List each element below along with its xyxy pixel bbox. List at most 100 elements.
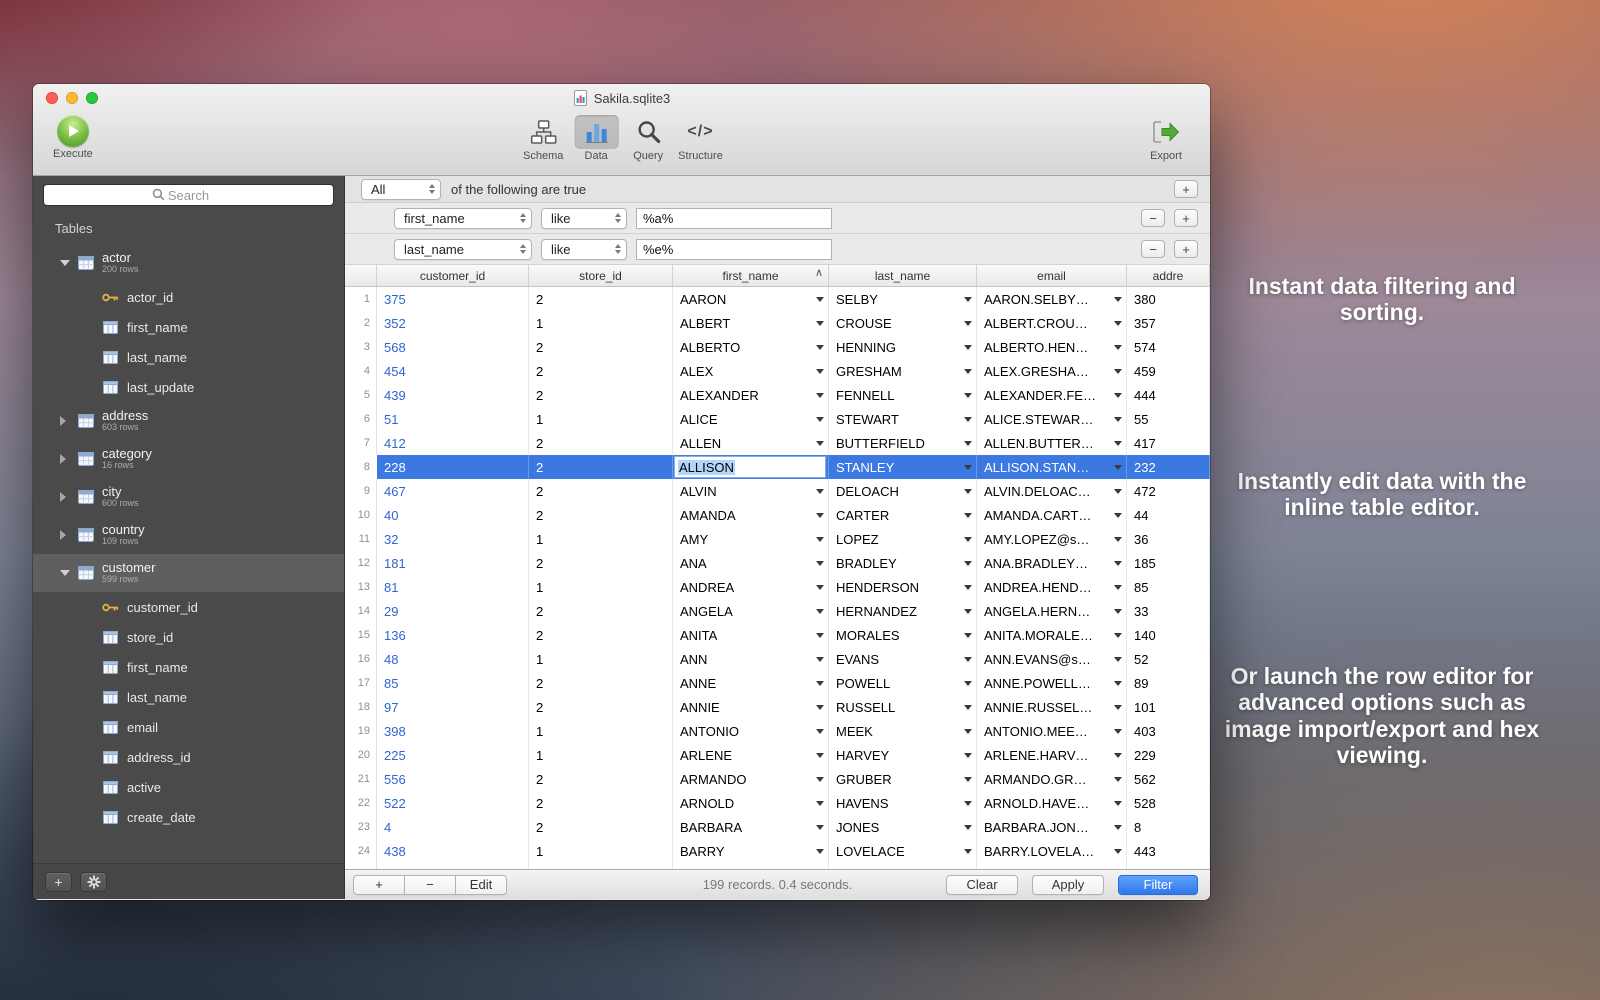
- cell-dropdown-icon[interactable]: [964, 489, 972, 494]
- cell-first-name[interactable]: ARLENE: [673, 743, 829, 767]
- table-row[interactable]: 54392ALEXANDERFENNELLALEXANDER.FE…444: [345, 383, 1210, 407]
- cell-customer-id[interactable]: 85: [377, 671, 529, 695]
- cell-customer-id[interactable]: 32: [377, 527, 529, 551]
- cell-dropdown-icon[interactable]: [816, 417, 824, 422]
- cell-dropdown-icon[interactable]: [1114, 345, 1122, 350]
- cell-dropdown-icon[interactable]: [964, 297, 972, 302]
- match-dropdown[interactable]: All: [361, 179, 441, 200]
- cell-store-id[interactable]: 1: [529, 743, 673, 767]
- table-row[interactable]: 82282ALLISONSTANLEYALLISON.STAN…232: [345, 455, 1210, 479]
- cell-first-name[interactable]: ANNIE: [673, 695, 829, 719]
- cell-dropdown-icon[interactable]: [964, 441, 972, 446]
- table-row[interactable]: 44542ALEXGRESHAMALEX.GRESHA…459: [345, 359, 1210, 383]
- cell-first-name[interactable]: ALBERT: [673, 311, 829, 335]
- cell-store-id[interactable]: 1: [529, 719, 673, 743]
- cell-first-name[interactable]: BARBARA: [673, 815, 829, 839]
- cell-email[interactable]: ANN.EVANS@s…: [977, 647, 1127, 671]
- structure-tab[interactable]: </> Structure: [678, 115, 723, 162]
- cell-store-id[interactable]: 2: [529, 479, 673, 503]
- cell-store-id[interactable]: 2: [529, 359, 673, 383]
- cell-dropdown-icon[interactable]: [1114, 513, 1122, 518]
- cell-last-name[interactable]: LOVELACE: [829, 839, 977, 863]
- zoom-button[interactable]: [86, 92, 98, 104]
- table-row[interactable]: 215562ARMANDOGRUBERARMANDO.GR…562: [345, 767, 1210, 791]
- cell-customer-id[interactable]: 97: [377, 695, 529, 719]
- cell-first-name[interactable]: BARRY: [673, 839, 829, 863]
- cell-store-id[interactable]: 2: [529, 455, 673, 479]
- cell-address-id[interactable]: 140: [1127, 623, 1210, 647]
- cell-customer-id[interactable]: 398: [377, 719, 529, 743]
- table-row[interactable]: 193981ANTONIOMEEKANTONIO.MEE…403: [345, 719, 1210, 743]
- cell-dropdown-icon[interactable]: [1114, 609, 1122, 614]
- cell-dropdown-icon[interactable]: [964, 369, 972, 374]
- cell-dropdown-icon[interactable]: [1114, 777, 1122, 782]
- cell-store-id[interactable]: 1: [529, 575, 673, 599]
- cell-address-id[interactable]: 574: [1127, 335, 1210, 359]
- cell-dropdown-icon[interactable]: [964, 705, 972, 710]
- cell-first-name[interactable]: ANGELA: [673, 599, 829, 623]
- cell-first-name[interactable]: ANDREA: [673, 575, 829, 599]
- cell-dropdown-icon[interactable]: [964, 777, 972, 782]
- cell-address-id[interactable]: 44: [1127, 503, 1210, 527]
- table-actions-button[interactable]: [80, 872, 107, 892]
- cell-first-name[interactable]: ANNE: [673, 671, 829, 695]
- cell-email[interactable]: ALLEN.BUTTER…: [977, 431, 1127, 455]
- cell-dropdown-icon[interactable]: [964, 825, 972, 830]
- cell-first-name[interactable]: ALEX: [673, 359, 829, 383]
- cell-last-name[interactable]: GRESHAM: [829, 359, 977, 383]
- cell-dropdown-icon[interactable]: [964, 633, 972, 638]
- cell-dropdown-icon[interactable]: [816, 585, 824, 590]
- cell-dropdown-icon[interactable]: [816, 801, 824, 806]
- row-number[interactable]: 16: [345, 647, 377, 671]
- row-number[interactable]: 21: [345, 767, 377, 791]
- cell-address-id[interactable]: 101: [1127, 695, 1210, 719]
- cell-email[interactable]: ALLISON.STAN…: [977, 455, 1127, 479]
- table-row[interactable]: 74122ALLENBUTTERFIELDALLEN.BUTTER…417: [345, 431, 1210, 455]
- cell-store-id[interactable]: 1: [529, 647, 673, 671]
- cell-email[interactable]: ALVIN.DELOAC…: [977, 479, 1127, 503]
- cell-email[interactable]: AARON.SELBY…: [977, 287, 1127, 311]
- row-number[interactable]: 4: [345, 359, 377, 383]
- cell-customer-id[interactable]: 568: [377, 335, 529, 359]
- cell-email[interactable]: ALICE.STEWAR…: [977, 407, 1127, 431]
- table-row[interactable]: 121812ANABRADLEYANA.BRADLEY…185: [345, 551, 1210, 575]
- cell-customer-id[interactable]: 4: [377, 815, 529, 839]
- cell-store-id[interactable]: 1: [529, 839, 673, 863]
- cell-customer-id[interactable]: 51: [377, 407, 529, 431]
- row-number[interactable]: 3: [345, 335, 377, 359]
- cell-dropdown-icon[interactable]: [1114, 537, 1122, 542]
- table-row[interactable]: 202251ARLENEHARVEYARLENE.HARV…229: [345, 743, 1210, 767]
- cell-last-name[interactable]: FENNELL: [829, 383, 977, 407]
- cell-customer-id[interactable]: 48: [377, 647, 529, 671]
- cell-address-id[interactable]: 8: [1127, 815, 1210, 839]
- cell-customer-id[interactable]: 225: [377, 743, 529, 767]
- disclosure-expanded-icon[interactable]: [60, 260, 70, 266]
- cell-customer-id[interactable]: 181: [377, 551, 529, 575]
- cell-first-name[interactable]: ALICE: [673, 407, 829, 431]
- close-button[interactable]: [46, 92, 58, 104]
- minimize-button[interactable]: [66, 92, 78, 104]
- cell-address-id[interactable]: 528: [1127, 791, 1210, 815]
- cell-last-name[interactable]: MORALES: [829, 623, 977, 647]
- cell-customer-id[interactable]: 439: [377, 383, 529, 407]
- remove-filter-button[interactable]: −: [1141, 209, 1165, 227]
- add-filter-button[interactable]: +: [1174, 240, 1198, 258]
- cell-email[interactable]: ALBERT.CROU…: [977, 311, 1127, 335]
- cell-address-id[interactable]: 33: [1127, 599, 1210, 623]
- table-row[interactable]: 11321AMYLOPEZAMY.LOPEZ@s…36: [345, 527, 1210, 551]
- filter-field-dropdown[interactable]: last_name: [394, 239, 532, 260]
- table-row[interactable]: 16481ANNEVANSANN.EVANS@s…52: [345, 647, 1210, 671]
- cell-last-name[interactable]: BRADLEY: [829, 551, 977, 575]
- row-number[interactable]: 18: [345, 695, 377, 719]
- cell-store-id[interactable]: 2: [529, 599, 673, 623]
- row-number[interactable]: 8: [345, 455, 377, 479]
- cell-store-id[interactable]: 2: [529, 431, 673, 455]
- cell-address-id[interactable]: 443: [1127, 839, 1210, 863]
- cell-first-name[interactable]: ALLEN: [673, 431, 829, 455]
- disclosure-collapsed-icon[interactable]: [60, 530, 66, 540]
- cell-store-id[interactable]: 2: [529, 815, 673, 839]
- cell-first-name[interactable]: ALEXANDER: [673, 383, 829, 407]
- cell-address-id[interactable]: 89: [1127, 671, 1210, 695]
- search-input[interactable]: [43, 184, 334, 206]
- cell-customer-id[interactable]: 412: [377, 431, 529, 455]
